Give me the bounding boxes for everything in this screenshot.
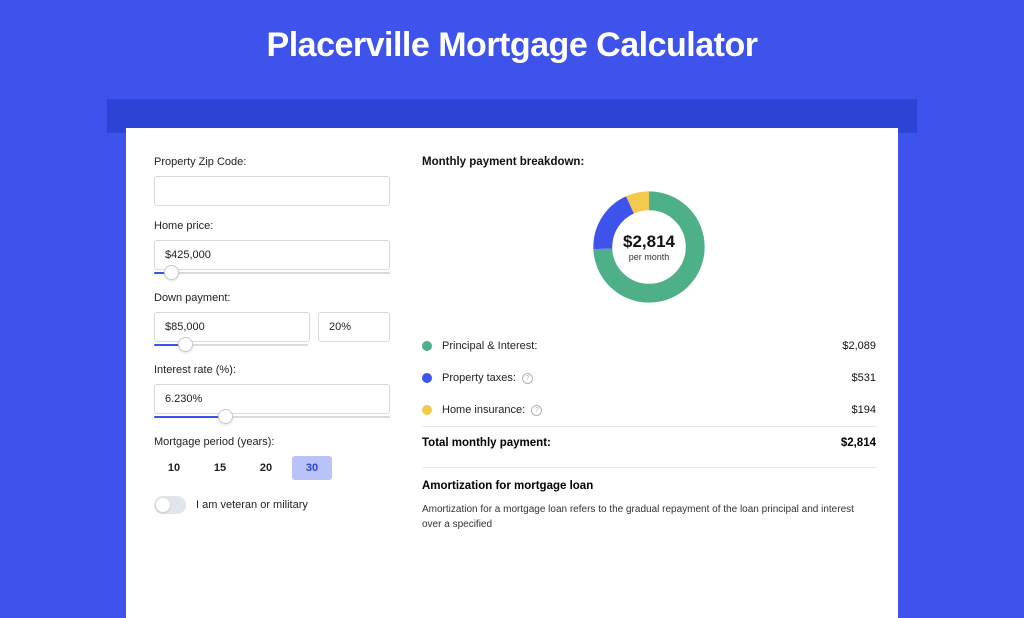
down-payment-group: Down payment: [154,292,390,350]
legend-label: Home insurance:? [442,404,852,416]
veteran-row: I am veteran or military [154,496,390,514]
donut-amount: $2,814 [623,232,675,252]
legend-row: Principal & Interest:$2,089 [422,330,876,362]
breakdown-column: Monthly payment breakdown: $2,814 per mo… [402,156,876,618]
total-label: Total monthly payment: [422,437,841,449]
interest-rate-slider[interactable] [154,412,390,422]
toggle-knob [156,498,170,512]
down-payment-percent-input[interactable] [318,312,390,342]
veteran-toggle[interactable] [154,496,186,514]
legend: Principal & Interest:$2,089Property taxe… [422,330,876,426]
donut-chart: $2,814 per month [588,186,710,308]
page-title: Placerville Mortgage Calculator [0,0,1024,83]
legend-label: Property taxes:? [442,372,852,384]
legend-dot [422,373,432,383]
total-amount: $2,814 [841,437,876,449]
amortization-text: Amortization for a mortgage loan refers … [422,502,876,532]
calculator-card: Property Zip Code: Home price: Down paym… [126,128,898,618]
legend-label: Principal & Interest: [442,340,842,352]
home-price-input[interactable] [154,240,390,270]
legend-dot [422,405,432,415]
interest-rate-group: Interest rate (%): [154,364,390,422]
legend-total-row: Total monthly payment: $2,814 [422,426,876,459]
inputs-column: Property Zip Code: Home price: Down paym… [154,156,402,618]
donut-sub: per month [629,252,670,262]
period-option-20[interactable]: 20 [246,456,286,480]
amortization-section: Amortization for mortgage loan Amortizat… [422,467,876,532]
down-payment-label: Down payment: [154,292,390,304]
info-icon[interactable]: ? [522,373,533,384]
zip-group: Property Zip Code: [154,156,390,206]
home-price-group: Home price: [154,220,390,278]
legend-amount: $194 [852,404,876,416]
amortization-title: Amortization for mortgage loan [422,480,876,492]
veteran-label: I am veteran or military [196,499,308,511]
zip-label: Property Zip Code: [154,156,390,168]
period-options: 10152030 [154,456,390,480]
legend-row: Property taxes:?$531 [422,362,876,394]
info-icon[interactable]: ? [531,405,542,416]
period-option-15[interactable]: 15 [200,456,240,480]
interest-rate-input[interactable] [154,384,390,414]
period-label: Mortgage period (years): [154,436,390,448]
donut-chart-area: $2,814 per month [422,178,876,330]
legend-amount: $2,089 [842,340,876,352]
period-group: Mortgage period (years): 10152030 [154,436,390,480]
home-price-slider[interactable] [154,268,390,278]
home-price-label: Home price: [154,220,390,232]
zip-input[interactable] [154,176,390,206]
breakdown-title: Monthly payment breakdown: [422,156,876,168]
period-option-10[interactable]: 10 [154,456,194,480]
down-payment-slider[interactable] [154,340,308,350]
legend-row: Home insurance:?$194 [422,394,876,426]
down-payment-amount-input[interactable] [154,312,310,342]
period-option-30[interactable]: 30 [292,456,332,480]
interest-rate-label: Interest rate (%): [154,364,390,376]
legend-amount: $531 [852,372,876,384]
legend-dot [422,341,432,351]
